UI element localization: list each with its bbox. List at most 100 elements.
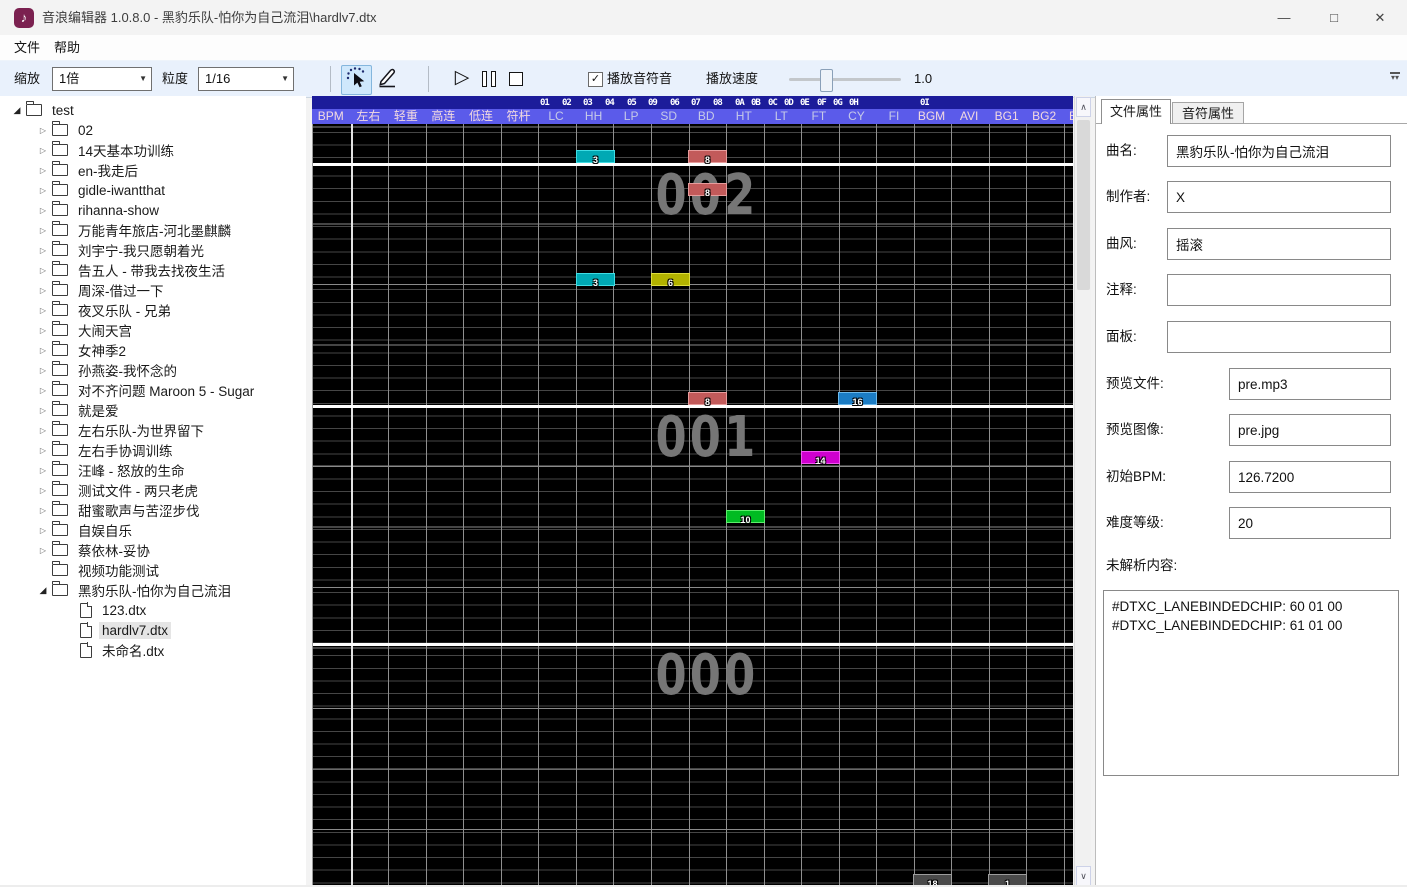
note-chip-CY[interactable]: 16: [838, 392, 877, 405]
lane-column-HH[interactable]: HH: [575, 109, 613, 124]
note-chip-BD[interactable]: 8: [688, 392, 727, 405]
scrollbar-thumb[interactable]: [1077, 120, 1090, 290]
expander-icon[interactable]: ▷: [36, 486, 50, 495]
lane-column-CY[interactable]: CY: [838, 109, 876, 124]
zoom-select[interactable]: 1倍 ▼: [52, 67, 152, 91]
expander-icon[interactable]: ▷: [36, 386, 50, 395]
field-input[interactable]: [1229, 507, 1391, 539]
tree-item[interactable]: ▷ 左右手协调训练: [0, 440, 306, 460]
tree-item[interactable]: ▷ 大闹天宫: [0, 320, 306, 340]
note-chip-BD[interactable]: 8: [688, 183, 727, 196]
expander-icon[interactable]: ▷: [36, 366, 50, 375]
close-button[interactable]: ✕: [1357, 0, 1403, 35]
tree-item[interactable]: ▷ 孙燕姿-我怀念的: [0, 360, 306, 380]
expander-icon[interactable]: ▷: [36, 346, 50, 355]
tree-item[interactable]: 未命名.dtx: [0, 640, 306, 660]
play-button[interactable]: ▷: [449, 61, 475, 97]
tree-item[interactable]: ▷ 14天基本功训练: [0, 140, 306, 160]
tree-item[interactable]: ▷ 02: [0, 120, 306, 140]
note-chip-BD[interactable]: 8: [688, 150, 727, 163]
lane-column-轻重[interactable]: 轻重: [387, 109, 425, 124]
lane-column-高连[interactable]: 高连: [425, 109, 463, 124]
lane-column-LC[interactable]: LC: [537, 109, 575, 124]
lane-column-FI[interactable]: FI: [875, 109, 913, 124]
expander-icon[interactable]: ▷: [36, 166, 50, 175]
expander-icon[interactable]: ▷: [36, 246, 50, 255]
lane-column-BG1[interactable]: BG1: [988, 109, 1026, 124]
scroll-down-button[interactable]: ∨: [1076, 866, 1091, 886]
tree-item[interactable]: ▷ 甜蜜歌声与苦涩步伐: [0, 500, 306, 520]
expander-icon[interactable]: ▷: [36, 146, 50, 155]
unparsed-content-box[interactable]: [1103, 590, 1399, 776]
expander-icon[interactable]: ▷: [36, 186, 50, 195]
granularity-select[interactable]: 1/16 ▼: [198, 67, 294, 91]
tree-item[interactable]: ▷ 对不齐问题 Maroon 5 - Sugar: [0, 380, 306, 400]
lane-column-B[interactable]: B: [1063, 109, 1073, 124]
lane-column-BPM[interactable]: BPM: [312, 109, 350, 124]
note-chip-HT[interactable]: 10: [726, 510, 765, 523]
tree-item[interactable]: ▷ 万能青年旅店-河北墨麒麟: [0, 220, 306, 240]
tree-item[interactable]: hardlv7.dtx: [0, 620, 306, 640]
speed-slider-track[interactable]: [789, 78, 901, 81]
note-grid[interactable]: 002001000388368161410181: [312, 124, 1073, 887]
expander-icon[interactable]: ▷: [36, 506, 50, 515]
grid-scrollbar[interactable]: ∧ ∨: [1074, 96, 1091, 887]
lane-column-SD[interactable]: SD: [650, 109, 688, 124]
tree-item[interactable]: ▷ 自娱自乐: [0, 520, 306, 540]
tree-item[interactable]: ▷ rihanna-show: [0, 200, 306, 220]
expander-icon[interactable]: ▷: [36, 446, 50, 455]
expander-icon[interactable]: ◢: [10, 105, 24, 116]
lane-column-符杆[interactable]: 符杆: [500, 109, 538, 124]
scroll-up-button[interactable]: ∧: [1076, 97, 1091, 117]
maximize-button[interactable]: □: [1311, 0, 1357, 35]
tree-item[interactable]: ▷ en-我走后: [0, 160, 306, 180]
expander-icon[interactable]: ▷: [36, 466, 50, 475]
expander-icon[interactable]: ▷: [36, 526, 50, 535]
lane-column-AVI[interactable]: AVI: [950, 109, 988, 124]
lane-column-BD[interactable]: BD: [687, 109, 725, 124]
tree-item[interactable]: ▷ 夜叉乐队 - 兄弟: [0, 300, 306, 320]
menu-help[interactable]: 帮助: [48, 35, 86, 60]
expander-icon[interactable]: ▷: [36, 546, 50, 555]
minimize-button[interactable]: —: [1261, 0, 1307, 35]
field-input[interactable]: [1167, 135, 1391, 167]
field-input[interactable]: [1167, 228, 1391, 260]
tree-item[interactable]: 123.dtx: [0, 600, 306, 620]
field-input[interactable]: [1229, 368, 1391, 400]
tree-item[interactable]: ▷ gidle-iwantthat: [0, 180, 306, 200]
expander-icon[interactable]: ▷: [36, 126, 50, 135]
pen-tool-button[interactable]: [372, 65, 401, 93]
speed-slider-thumb[interactable]: [820, 69, 833, 92]
lane-column-HT[interactable]: HT: [725, 109, 763, 124]
lane-column-BG2[interactable]: BG2: [1025, 109, 1063, 124]
expander-icon[interactable]: ▷: [36, 226, 50, 235]
lane-column-FT[interactable]: FT: [800, 109, 838, 124]
expander-icon[interactable]: ▷: [36, 306, 50, 315]
field-input[interactable]: [1229, 414, 1391, 446]
tree-item[interactable]: ◢ 黑豹乐队-怕你为自己流泪: [0, 580, 306, 600]
field-input[interactable]: [1167, 181, 1391, 213]
tree-item[interactable]: ▷ 女神季2: [0, 340, 306, 360]
note-chip-HH[interactable]: 3: [576, 273, 615, 286]
tree-item[interactable]: ▷ 周深-借过一下: [0, 280, 306, 300]
expander-icon[interactable]: ◢: [36, 585, 50, 596]
select-tool-button[interactable]: [341, 65, 372, 95]
note-chip-HH[interactable]: 3: [576, 150, 615, 163]
tab-note-properties[interactable]: 音符属性: [1172, 102, 1244, 124]
tab-file-properties[interactable]: 文件属性: [1101, 99, 1171, 124]
tree-item[interactable]: 视频功能测试: [0, 560, 306, 580]
tree-item[interactable]: ▷ 就是爱: [0, 400, 306, 420]
tree-item[interactable]: ▷ 蔡依林-妥协: [0, 540, 306, 560]
field-input[interactable]: [1167, 274, 1391, 306]
toolbar-overflow-icon[interactable]: ▾▾: [1389, 72, 1401, 81]
lane-column-LP[interactable]: LP: [612, 109, 650, 124]
tree-item[interactable]: ◢ test: [0, 100, 306, 120]
field-input[interactable]: [1167, 321, 1391, 353]
note-chip-FT[interactable]: 14: [801, 451, 840, 464]
lane-column-左右[interactable]: 左右: [350, 109, 388, 124]
expander-icon[interactable]: ▷: [36, 286, 50, 295]
tree-item[interactable]: ▷ 左右乐队-为世界留下: [0, 420, 306, 440]
expander-icon[interactable]: ▷: [36, 406, 50, 415]
tree-item[interactable]: ▷ 汪峰 - 怒放的生命: [0, 460, 306, 480]
note-chip-LP[interactable]: 6: [651, 273, 690, 286]
